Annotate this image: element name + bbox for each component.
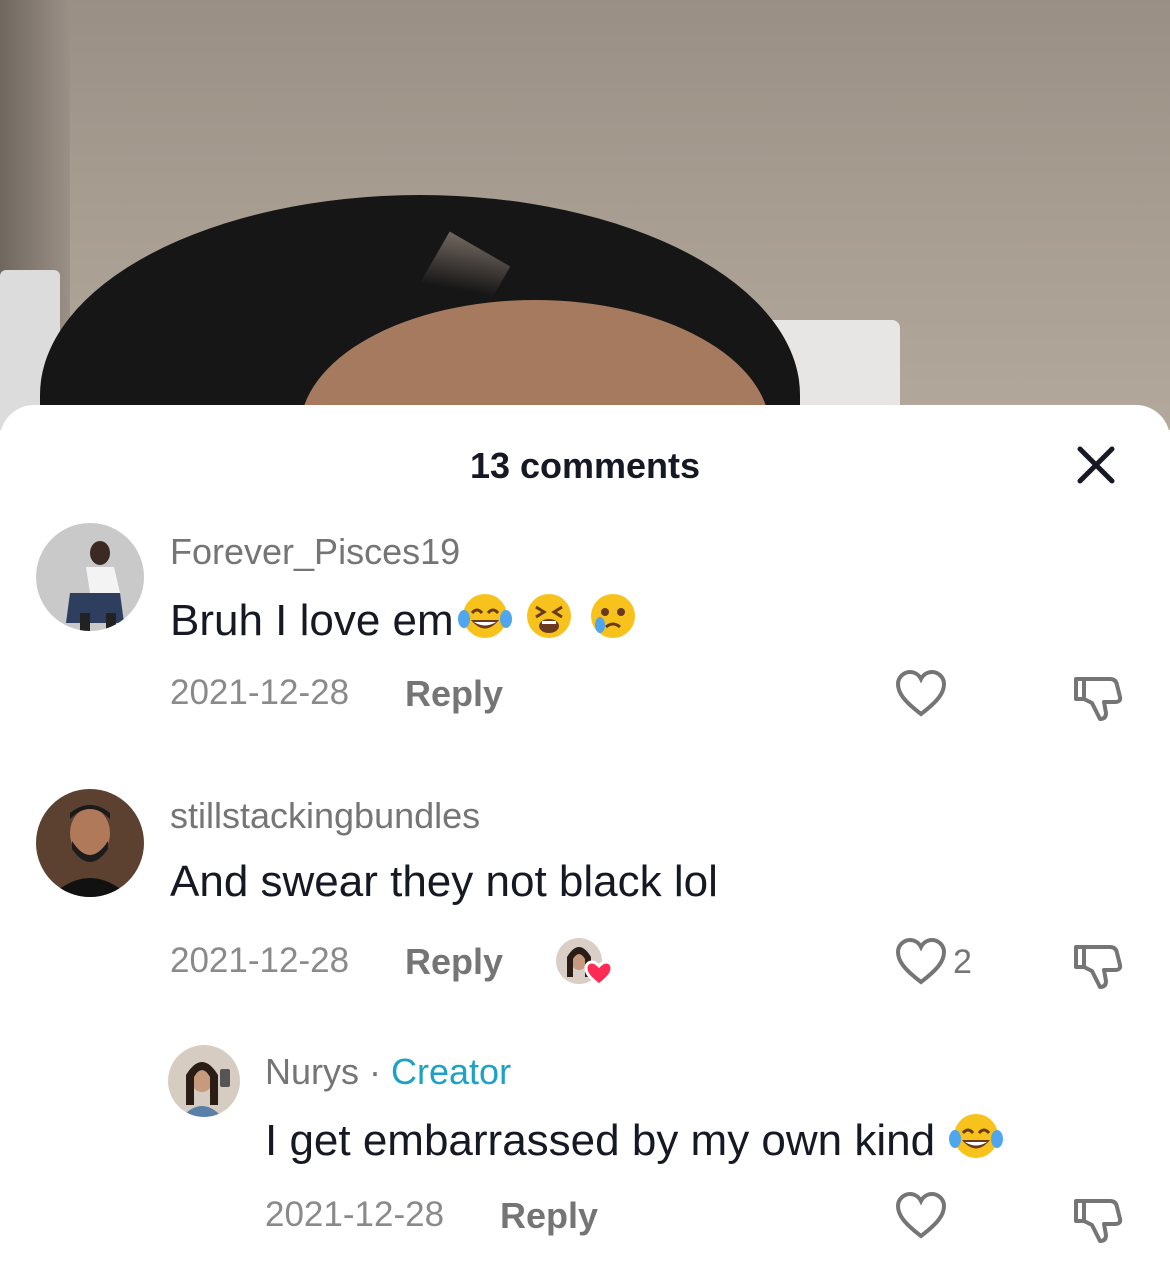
dislike-icon[interactable] <box>1070 937 1124 991</box>
avatar[interactable] <box>36 789 144 897</box>
comment-date: 2021-12-28 <box>170 941 350 980</box>
comment-date: 2021-12-28 <box>170 673 350 712</box>
tears-of-joy-emoji-icon <box>457 591 512 652</box>
comment-text: Bruh I love em <box>170 596 454 645</box>
comment-body: Bruh I love em <box>170 591 640 652</box>
dislike-icon[interactable] <box>1070 1191 1124 1245</box>
reply-text: I get embarrassed by my own kind <box>265 1116 936 1165</box>
comment-text: And swear they not black lol <box>170 857 718 906</box>
video-backdrop[interactable] <box>0 0 1170 430</box>
comments-sheet: 13 comments Forever_Pisces19 Bruh I love… <box>0 405 1170 1282</box>
reply-button[interactable]: Reply <box>405 941 503 983</box>
reply-button[interactable]: Reply <box>405 673 503 715</box>
like-heart-icon[interactable] <box>894 1191 948 1241</box>
avatar[interactable] <box>36 523 144 631</box>
comments-count-title: 13 comments <box>469 445 701 486</box>
like-count: 2 <box>953 943 972 981</box>
tears-of-joy-emoji-icon <box>949 1111 1004 1172</box>
creator-badge: Creator <box>391 1051 512 1092</box>
comment-username[interactable]: stillstackingbundles <box>170 795 480 837</box>
close-icon[interactable] <box>1074 443 1118 487</box>
holding-back-tears-emoji-icon <box>586 591 640 652</box>
avatar[interactable] <box>168 1045 240 1117</box>
comment-item: Forever_Pisces19 Bruh I love em 2021-12-… <box>0 523 1170 753</box>
like-heart-icon[interactable] <box>894 669 948 719</box>
reply-comment-item: Nurys · Creator I get embarrassed by my … <box>0 1045 1170 1275</box>
tired-face-emoji-icon <box>522 591 576 652</box>
reply-date: 2021-12-28 <box>265 1195 445 1234</box>
reply-username-line: Nurys · Creator <box>265 1051 511 1093</box>
liked-by-creator-badge <box>555 937 615 989</box>
reply-username[interactable]: Nurys <box>265 1051 359 1092</box>
reply-button[interactable]: Reply <box>500 1195 598 1237</box>
reply-body: I get embarrassed by my own kind <box>265 1111 1004 1172</box>
comment-username[interactable]: Forever_Pisces19 <box>170 531 460 573</box>
username-separator: · <box>359 1051 392 1092</box>
like-heart-icon[interactable] <box>894 937 948 987</box>
dislike-icon[interactable] <box>1070 669 1124 723</box>
comment-item: stillstackingbundles And swear they not … <box>0 789 1170 1019</box>
